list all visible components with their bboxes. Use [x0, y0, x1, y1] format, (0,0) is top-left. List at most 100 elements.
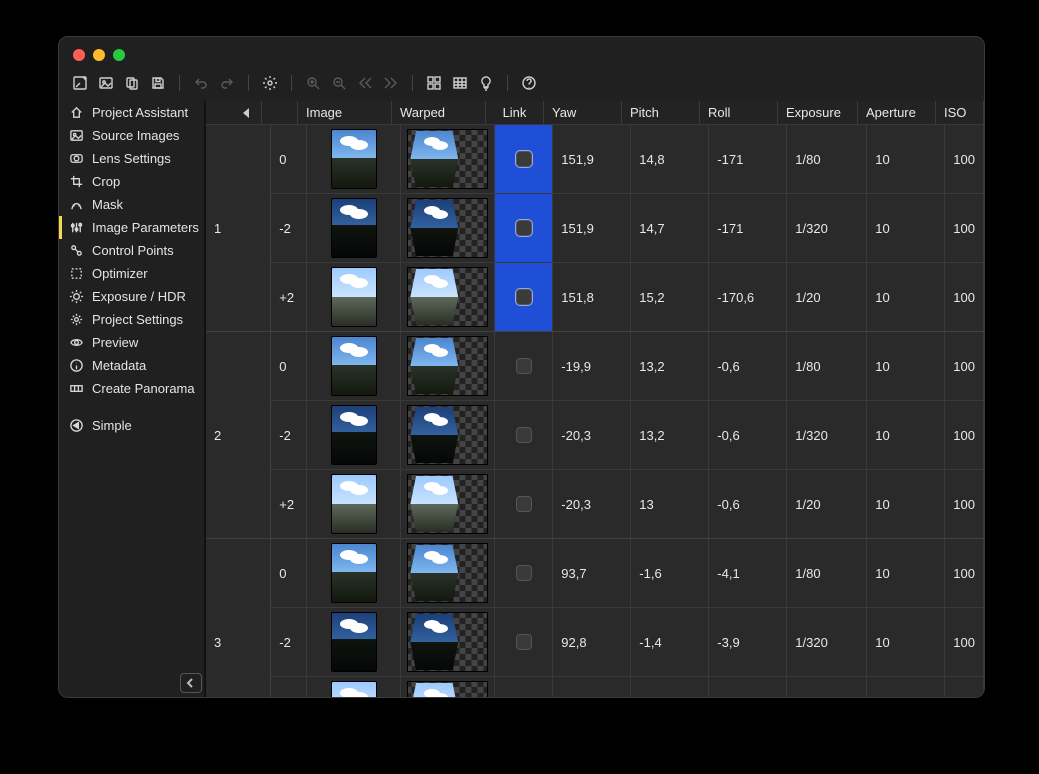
exposure-cell[interactable]: 1/80 [787, 332, 867, 400]
yaw-cell[interactable]: 151,9 [553, 125, 631, 193]
sidebar-item-lens-settings[interactable]: Lens Settings [59, 147, 204, 170]
col-header-yaw[interactable]: Yaw [544, 101, 622, 125]
image-thumbnail-cell[interactable] [307, 608, 401, 676]
iso-cell[interactable]: 100 [945, 677, 984, 697]
pitch-cell[interactable]: 13,2 [631, 401, 709, 469]
image-thumbnail-cell[interactable] [307, 194, 401, 262]
skip-back-icon[interactable] [354, 72, 376, 94]
sidebar-item-project-assistant[interactable]: Project Assistant [59, 101, 204, 124]
col-header-link[interactable]: Link [486, 101, 544, 125]
minimize-button[interactable] [93, 49, 105, 61]
aperture-cell[interactable]: 10 [867, 470, 945, 538]
table-row[interactable]: +2-20,313-0,61/2010100 [271, 470, 984, 538]
sidebar-item-control-points[interactable]: Control Points [59, 239, 204, 262]
sidebar-item-optimizer[interactable]: Optimizer [59, 262, 204, 285]
warped-thumbnail-cell[interactable] [401, 677, 495, 697]
link-checkbox[interactable] [516, 220, 532, 236]
image-thumbnail-cell[interactable] [307, 263, 401, 331]
warped-thumbnail-cell[interactable] [401, 194, 495, 262]
link-checkbox[interactable] [516, 358, 532, 374]
aperture-cell[interactable]: 10 [867, 401, 945, 469]
table-row[interactable]: 093,7-1,6-4,11/8010100 [271, 539, 984, 608]
iso-cell[interactable]: 100 [945, 539, 984, 607]
roll-cell[interactable]: -0,6 [709, 470, 787, 538]
iso-cell[interactable]: 100 [945, 263, 984, 331]
aperture-cell[interactable]: 10 [867, 332, 945, 400]
col-header-pitch[interactable]: Pitch [622, 101, 700, 125]
link-checkbox[interactable] [516, 151, 532, 167]
image-thumbnail-cell[interactable] [307, 401, 401, 469]
exposure-cell[interactable]: 1/320 [787, 608, 867, 676]
pitch-cell[interactable]: 13,2 [631, 332, 709, 400]
sidebar-item-preview[interactable]: Preview [59, 331, 204, 354]
roll-cell[interactable]: -170,6 [709, 263, 787, 331]
aperture-cell[interactable]: 10 [867, 263, 945, 331]
table-row[interactable]: -2151,914,7-1711/32010100 [271, 194, 984, 263]
image-thumbnail-cell[interactable] [307, 539, 401, 607]
table-row[interactable]: +2151,815,2-170,61/2010100 [271, 263, 984, 331]
collapse-sidebar-button[interactable] [180, 673, 202, 693]
link-checkbox[interactable] [516, 565, 532, 581]
link-checkbox[interactable] [516, 634, 532, 650]
yaw-cell[interactable]: 92,8 [553, 608, 631, 676]
warped-thumbnail-cell[interactable] [401, 539, 495, 607]
new-project-icon[interactable] [69, 72, 91, 94]
sidebar-item-mask[interactable]: Mask [59, 193, 204, 216]
exposure-cell[interactable]: 1/320 [787, 401, 867, 469]
grid-icon[interactable] [423, 72, 445, 94]
col-header-exposure[interactable]: Exposure [778, 101, 858, 125]
exposure-cell[interactable]: 1/20 [787, 263, 867, 331]
exposure-cell[interactable]: 1/20 [787, 677, 867, 697]
table-row[interactable]: 0-19,913,2-0,61/8010100 [271, 332, 984, 401]
pitch-cell[interactable]: -1,4 [631, 608, 709, 676]
zoom-in-icon[interactable] [302, 72, 324, 94]
pitch-cell[interactable]: -1,6 [631, 539, 709, 607]
link-cell[interactable] [495, 263, 553, 331]
exposure-cell[interactable]: 1/20 [787, 470, 867, 538]
table-row[interactable]: -292,8-1,4-3,91/32010100 [271, 608, 984, 677]
sidebar-item-metadata[interactable]: Metadata [59, 354, 204, 377]
image-thumbnail-cell[interactable] [307, 332, 401, 400]
pitch-cell[interactable]: 15,2 [631, 263, 709, 331]
zoom-button[interactable] [113, 49, 125, 61]
help-icon[interactable] [518, 72, 540, 94]
table-row[interactable]: 0151,914,8-1711/8010100 [271, 125, 984, 194]
link-cell[interactable] [495, 608, 553, 676]
link-cell[interactable] [495, 539, 553, 607]
roll-cell[interactable]: -4,2 [709, 677, 787, 697]
close-button[interactable] [73, 49, 85, 61]
undo-icon[interactable] [190, 72, 212, 94]
link-cell[interactable] [495, 677, 553, 697]
link-checkbox[interactable] [516, 289, 532, 305]
yaw-cell[interactable]: 151,9 [553, 194, 631, 262]
warped-thumbnail-cell[interactable] [401, 263, 495, 331]
yaw-cell[interactable]: -20,3 [553, 470, 631, 538]
warped-thumbnail-cell[interactable] [401, 125, 495, 193]
roll-cell[interactable]: -3,9 [709, 608, 787, 676]
aperture-cell[interactable]: 10 [867, 608, 945, 676]
yaw-cell[interactable]: 93,7 [553, 539, 631, 607]
iso-cell[interactable]: 100 [945, 125, 984, 193]
save-icon[interactable] [147, 72, 169, 94]
aperture-cell[interactable]: 10 [867, 677, 945, 697]
link-cell[interactable] [495, 125, 553, 193]
sidebar-item-crop[interactable]: Crop [59, 170, 204, 193]
exposure-cell[interactable]: 1/320 [787, 194, 867, 262]
col-header-aperture[interactable]: Aperture [858, 101, 936, 125]
redo-icon[interactable] [216, 72, 238, 94]
col-header-iso[interactable]: ISO [936, 101, 984, 125]
pitch-cell[interactable]: -1,7 [631, 677, 709, 697]
link-cell[interactable] [495, 332, 553, 400]
col-header-roll[interactable]: Roll [700, 101, 778, 125]
pitch-cell[interactable]: 13 [631, 470, 709, 538]
roll-cell[interactable]: -4,1 [709, 539, 787, 607]
table-row[interactable]: +293,6-1,7-4,21/2010100 [271, 677, 984, 697]
iso-cell[interactable]: 100 [945, 401, 984, 469]
stack-label[interactable]: 1 [206, 125, 271, 331]
yaw-cell[interactable]: -20,3 [553, 401, 631, 469]
bulb-icon[interactable] [475, 72, 497, 94]
col-header-image[interactable]: Image [298, 101, 392, 125]
aperture-cell[interactable]: 10 [867, 539, 945, 607]
link-cell[interactable] [495, 470, 553, 538]
roll-cell[interactable]: -0,6 [709, 401, 787, 469]
